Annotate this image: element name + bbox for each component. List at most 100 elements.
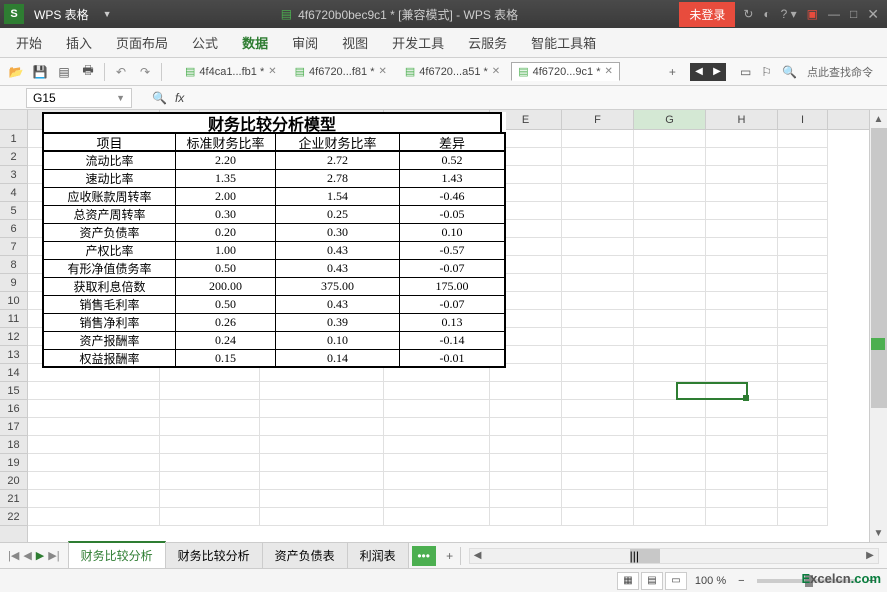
cell[interactable] — [778, 454, 828, 472]
select-all-corner[interactable] — [0, 110, 27, 130]
cell[interactable] — [562, 400, 634, 418]
cell[interactable] — [28, 418, 160, 436]
cell[interactable] — [706, 220, 778, 238]
cell[interactable] — [706, 166, 778, 184]
cell[interactable] — [634, 220, 706, 238]
cell[interactable] — [778, 130, 828, 148]
cell[interactable] — [706, 328, 778, 346]
table-cell[interactable]: -0.01 — [400, 350, 504, 366]
cell[interactable] — [634, 148, 706, 166]
cell[interactable] — [562, 220, 634, 238]
document-tab[interactable]: ▤4f6720...f81 *✕ — [288, 62, 394, 81]
table-cell[interactable]: 0.24 — [176, 332, 276, 349]
column-header[interactable]: I — [778, 110, 828, 129]
cell[interactable] — [778, 256, 828, 274]
cell[interactable] — [778, 508, 828, 526]
close-tab-icon[interactable]: ✕ — [604, 66, 612, 77]
cell[interactable] — [778, 310, 828, 328]
menu-item-6[interactable]: 视图 — [342, 33, 368, 52]
cell[interactable] — [562, 508, 634, 526]
cell[interactable] — [778, 364, 828, 382]
cell[interactable] — [562, 454, 634, 472]
cell[interactable] — [778, 418, 828, 436]
cell[interactable] — [562, 148, 634, 166]
cell[interactable] — [634, 472, 706, 490]
table-cell[interactable]: 产权比率 — [44, 242, 176, 259]
table-cell[interactable]: 总资产周转率 — [44, 206, 176, 223]
vertical-scroll-thumb[interactable] — [871, 128, 887, 408]
row-header[interactable]: 4 — [0, 184, 27, 202]
table-cell[interactable]: 0.20 — [176, 224, 276, 241]
table-header-cell[interactable]: 项目 — [44, 134, 176, 150]
cell[interactable] — [634, 328, 706, 346]
cell[interactable] — [562, 310, 634, 328]
cell[interactable] — [260, 436, 384, 454]
cell[interactable] — [384, 454, 490, 472]
cell[interactable] — [706, 238, 778, 256]
sheet-tab[interactable]: 资产负债表 — [262, 542, 348, 568]
cell[interactable] — [562, 346, 634, 364]
new-tab-button[interactable]: + — [663, 65, 682, 79]
row-header[interactable]: 11 — [0, 310, 27, 328]
undo-icon[interactable]: ↶ — [113, 64, 129, 80]
cell[interactable] — [778, 346, 828, 364]
table-cell[interactable]: 获取利息倍数 — [44, 278, 176, 295]
table-cell[interactable]: 0.50 — [176, 296, 276, 313]
cell[interactable] — [778, 400, 828, 418]
cell[interactable] — [490, 490, 562, 508]
normal-view-button[interactable]: ▦ — [617, 572, 639, 590]
table-cell[interactable]: -0.07 — [400, 260, 504, 277]
cell[interactable] — [706, 310, 778, 328]
table-cell[interactable]: 0.43 — [276, 260, 400, 277]
table-cell[interactable]: 0.30 — [176, 206, 276, 223]
menu-item-7[interactable]: 开发工具 — [392, 33, 444, 52]
table-cell[interactable]: -0.14 — [400, 332, 504, 349]
cell[interactable] — [706, 184, 778, 202]
sheet-more-button[interactable]: ••• — [412, 546, 436, 566]
cell[interactable] — [706, 472, 778, 490]
scroll-right-button[interactable]: ▶ — [862, 549, 878, 563]
cell[interactable] — [706, 256, 778, 274]
cell[interactable] — [28, 382, 160, 400]
cell[interactable] — [562, 472, 634, 490]
table-header-cell[interactable]: 标准财务比率 — [176, 134, 276, 150]
table-cell[interactable]: 有形净值债务率 — [44, 260, 176, 277]
cell[interactable] — [28, 472, 160, 490]
sync-icon[interactable]: ↻ — [743, 7, 753, 21]
cell[interactable] — [28, 436, 160, 454]
cell[interactable] — [562, 184, 634, 202]
cell[interactable] — [562, 238, 634, 256]
sheet-tab[interactable]: 财务比较分析 — [68, 541, 166, 568]
app-menu-dropdown[interactable]: ▼ — [95, 9, 120, 19]
row-header[interactable]: 7 — [0, 238, 27, 256]
cell[interactable] — [384, 418, 490, 436]
cell[interactable] — [778, 274, 828, 292]
row-header[interactable]: 2 — [0, 148, 27, 166]
table-cell[interactable]: -0.57 — [400, 242, 504, 259]
cell[interactable] — [490, 382, 562, 400]
help-dropdown-icon[interactable]: ? ▾ — [781, 7, 797, 21]
table-cell[interactable]: 销售净利率 — [44, 314, 176, 331]
table-cell[interactable]: 2.20 — [176, 152, 276, 169]
horizontal-scrollbar[interactable]: ◀ ||| ▶ — [469, 548, 879, 564]
save-icon[interactable]: 💾 — [32, 64, 48, 80]
menu-item-0[interactable]: 开始 — [16, 33, 42, 52]
cell[interactable] — [562, 490, 634, 508]
cell[interactable] — [490, 400, 562, 418]
column-header[interactable]: G — [634, 110, 706, 129]
row-header[interactable]: 1 — [0, 130, 27, 148]
cell[interactable] — [490, 436, 562, 454]
row-header[interactable]: 17 — [0, 418, 27, 436]
table-cell[interactable]: 0.15 — [176, 350, 276, 366]
cell[interactable] — [634, 508, 706, 526]
row-header[interactable]: 6 — [0, 220, 27, 238]
fx-label[interactable]: fx — [175, 91, 184, 105]
cell[interactable] — [562, 292, 634, 310]
cell[interactable] — [160, 382, 260, 400]
cell[interactable] — [490, 472, 562, 490]
cell[interactable] — [260, 508, 384, 526]
cell[interactable] — [160, 418, 260, 436]
zoom-out-button[interactable]: − — [734, 575, 748, 587]
cell[interactable] — [634, 382, 706, 400]
cell[interactable] — [706, 202, 778, 220]
